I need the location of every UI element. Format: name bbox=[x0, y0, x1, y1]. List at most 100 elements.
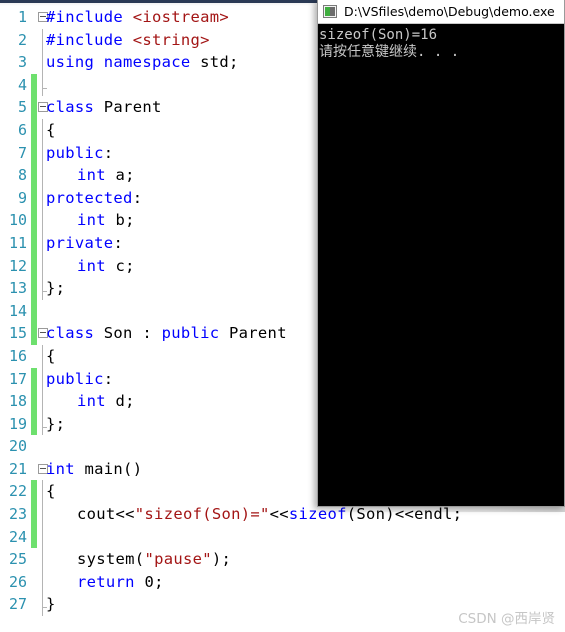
code-text: return 0; bbox=[77, 571, 164, 594]
line-number: 24 bbox=[8, 527, 27, 546]
code-token: class bbox=[46, 98, 104, 117]
change-indicator-bar bbox=[31, 390, 37, 413]
code-token: { bbox=[46, 120, 56, 139]
code-token: ); bbox=[211, 550, 232, 569]
code-text: int d; bbox=[77, 390, 135, 413]
fold-guide-line bbox=[42, 367, 43, 391]
code-token: int bbox=[77, 392, 116, 411]
change-indicator-bar bbox=[31, 164, 37, 187]
change-indicator-bar bbox=[31, 593, 37, 616]
change-indicator-bar bbox=[31, 51, 37, 74]
code-token: Son : bbox=[103, 324, 162, 343]
code-token: public bbox=[161, 324, 230, 343]
line-number: 16 bbox=[8, 346, 27, 365]
line-number: 1 bbox=[17, 8, 27, 26]
line-number: 25 bbox=[8, 550, 27, 569]
csdn-watermark: CSDN @西岸贤 bbox=[458, 611, 555, 627]
code-token: cout<< bbox=[77, 505, 135, 524]
change-indicator-bar bbox=[31, 525, 37, 549]
code-token: <string> bbox=[132, 30, 210, 49]
code-text: class Parent bbox=[46, 96, 162, 119]
code-text: }; bbox=[46, 277, 65, 300]
code-text: #include <string> bbox=[46, 29, 210, 52]
change-indicator-bar bbox=[31, 231, 37, 255]
code-token: Parent bbox=[229, 324, 287, 343]
code-token: int bbox=[77, 166, 116, 185]
line-number: 20 bbox=[8, 437, 27, 456]
code-token: << bbox=[269, 505, 289, 524]
line-number: 8 bbox=[17, 166, 27, 185]
change-indicator-bar bbox=[31, 96, 37, 119]
change-indicator-bar bbox=[31, 503, 37, 526]
fold-guide-line bbox=[42, 570, 43, 594]
fold-guide-line bbox=[42, 525, 43, 549]
fold-guide-line bbox=[42, 186, 43, 210]
code-token: main() bbox=[84, 459, 143, 478]
console-window[interactable]: D:\VSfiles\demo\Debug\demo.exe sizeof(So… bbox=[317, 0, 565, 507]
change-indicator-bar bbox=[31, 571, 37, 594]
fold-guide-line bbox=[42, 141, 43, 165]
fold-guide-line bbox=[42, 254, 43, 278]
line-number: 21 bbox=[8, 459, 27, 478]
console-output-line: 请按任意键继续. . . bbox=[319, 44, 460, 60]
line-number: 22 bbox=[8, 482, 27, 501]
code-token: "pause" bbox=[144, 550, 212, 569]
code-token: class bbox=[46, 324, 104, 343]
code-text: class Son : public Parent bbox=[46, 322, 287, 345]
line-number: 17 bbox=[8, 369, 27, 388]
code-text: #include <iostream> bbox=[46, 6, 229, 29]
fold-guide-line bbox=[42, 118, 43, 142]
code-token: system( bbox=[77, 550, 145, 569]
fold-guide-line bbox=[42, 231, 43, 255]
code-line[interactable]: 24 bbox=[0, 525, 565, 549]
code-token: "sizeof(Son)=" bbox=[134, 505, 270, 524]
change-indicator-bar bbox=[31, 548, 37, 571]
code-token: b; bbox=[115, 211, 135, 230]
line-number: 26 bbox=[8, 572, 27, 591]
code-text: int a; bbox=[77, 164, 135, 187]
line-number: 4 bbox=[17, 75, 27, 94]
code-token: a; bbox=[115, 166, 135, 185]
code-token: int bbox=[77, 256, 116, 275]
code-token: }; bbox=[46, 414, 66, 433]
code-line[interactable]: 26 return 0; bbox=[0, 570, 565, 594]
line-number: 2 bbox=[17, 30, 27, 49]
code-text: protected: bbox=[46, 187, 142, 210]
line-number: 3 bbox=[17, 53, 27, 72]
code-token: #include bbox=[46, 8, 133, 26]
code-token: public bbox=[46, 369, 104, 388]
console-title-bar[interactable]: D:\VSfiles\demo\Debug\demo.exe bbox=[318, 0, 564, 24]
code-token: return bbox=[77, 572, 145, 591]
code-token: : bbox=[103, 369, 114, 388]
code-text: public: bbox=[46, 142, 113, 165]
code-token: Parent bbox=[103, 98, 162, 117]
code-token: protected bbox=[46, 188, 133, 207]
code-token: : bbox=[113, 233, 124, 252]
fold-guide-line bbox=[42, 480, 43, 504]
line-number: 15 bbox=[8, 324, 27, 343]
fold-guide-line bbox=[42, 548, 43, 571]
change-indicator-bar bbox=[31, 73, 37, 97]
code-token: c; bbox=[115, 256, 135, 275]
code-text: using namespace std; bbox=[46, 51, 239, 74]
change-indicator-bar bbox=[31, 277, 37, 300]
change-indicator-bar bbox=[31, 118, 37, 142]
console-output-area[interactable]: sizeof(Son)=16 请按任意键继续. . . bbox=[318, 24, 564, 506]
line-number: 19 bbox=[8, 414, 27, 433]
line-number: 27 bbox=[8, 595, 27, 614]
fold-guide-line bbox=[42, 51, 43, 74]
code-text: system("pause"); bbox=[77, 548, 231, 571]
console-output-line: sizeof(Son)=16 bbox=[319, 27, 438, 43]
code-token: : bbox=[103, 143, 114, 162]
line-number: 5 bbox=[17, 98, 27, 117]
line-number: 18 bbox=[8, 392, 27, 411]
change-indicator-bar bbox=[31, 299, 37, 323]
change-indicator-bar bbox=[31, 322, 37, 345]
fold-guide-line bbox=[42, 593, 47, 617]
fold-guide-line bbox=[42, 28, 43, 52]
code-token: int bbox=[46, 459, 85, 478]
code-token: }; bbox=[46, 279, 66, 298]
line-number: 10 bbox=[8, 211, 27, 230]
code-line[interactable]: 25 system("pause"); bbox=[0, 548, 565, 571]
code-token: int bbox=[77, 211, 116, 230]
